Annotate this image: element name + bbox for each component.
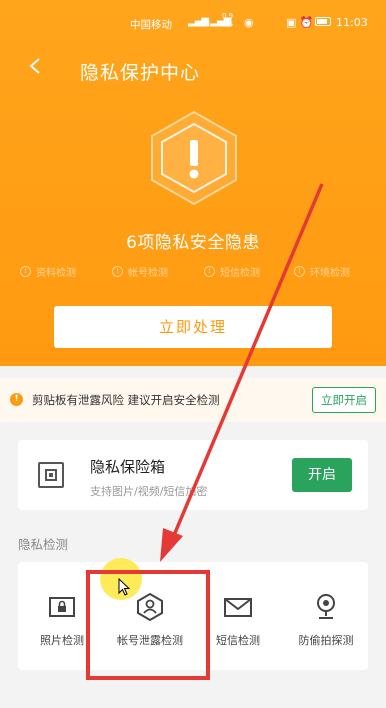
section-title-privacy-detection: 隐私检测 (18, 537, 69, 552)
network-speed-unit: K/s (222, 20, 233, 28)
check-status-row: ! 资料检测 ! 帐号检测 ! 短信检测 ! 环境检测 (18, 264, 368, 282)
notification-icons: ▣ ⏰ (286, 16, 314, 29)
detect-item-label: 防偷拍探测 (298, 634, 354, 647)
bottom-spacer (0, 690, 386, 708)
camera-icon (317, 594, 335, 619)
handle-now-button[interactable]: 立即处理 (54, 306, 332, 348)
enable-vault-button[interactable]: 开启 (292, 458, 352, 492)
hero-panel: 中国移动 ▂▄▆ ▂▄▆ 0.9 K/s ◉ ▣ ⏰ 11:03 隐私保护中心 … (0, 0, 386, 366)
photo-lock-icon (49, 597, 75, 617)
check-item-label: 环境检测 (310, 268, 350, 279)
check-item-profile: ! 资料检测 (20, 264, 76, 279)
enable-detection-button[interactable]: 立即开启 (312, 387, 376, 413)
carrier-label: 中国移动 (130, 19, 172, 31)
network-speed: 0.9 K/s (222, 12, 233, 28)
check-icon: ! (20, 266, 31, 277)
risk-summary: 6项隐私安全隐患 (126, 233, 260, 253)
check-icon: ! (112, 266, 123, 277)
check-item-label: 帐号检测 (128, 268, 168, 279)
highlight-box (86, 570, 210, 680)
clipboard-warning-bar: ! 剪贴板有泄露风险 建议开启安全检测 立即开启 (0, 378, 386, 422)
warning-icon: ! (10, 393, 23, 406)
battery-icon (315, 17, 331, 26)
network-speed-value: 0.9 (222, 12, 234, 20)
detect-item-hidden-camera[interactable]: 防偷拍探测 (282, 562, 370, 670)
check-icon: ! (204, 266, 215, 277)
hexagon-exclamation-icon (151, 110, 237, 206)
warning-text: 剪贴板有泄露风险 建议开启安全检测 (32, 393, 220, 407)
check-item-label: 资料检测 (36, 268, 76, 279)
status-icons: ◉ (244, 16, 254, 29)
safe-box-icon (38, 462, 64, 488)
check-item-environment: ! 环境检测 (294, 264, 350, 279)
chevron-left-icon (29, 58, 40, 74)
page-title: 隐私保护中心 (80, 62, 201, 84)
check-item-sms: ! 短信检测 (204, 264, 260, 279)
vault-description: 支持图片/视频/短信加密 (90, 485, 208, 498)
privacy-vault-card: 隐私保险箱 支持图片/视频/短信加密 开启 (18, 440, 368, 510)
check-item-account: ! 帐号检测 (112, 264, 168, 279)
check-icon: ! (294, 266, 305, 277)
status-bar: 中国移动 ▂▄▆ ▂▄▆ 0.9 K/s ◉ ▣ ⏰ 11:03 (0, 0, 386, 40)
check-item-label: 短信检测 (220, 268, 260, 279)
back-button[interactable] (28, 56, 52, 84)
envelope-icon (224, 598, 252, 617)
vault-title: 隐私保险箱 (90, 458, 166, 476)
clock: 11:03 (336, 16, 368, 29)
